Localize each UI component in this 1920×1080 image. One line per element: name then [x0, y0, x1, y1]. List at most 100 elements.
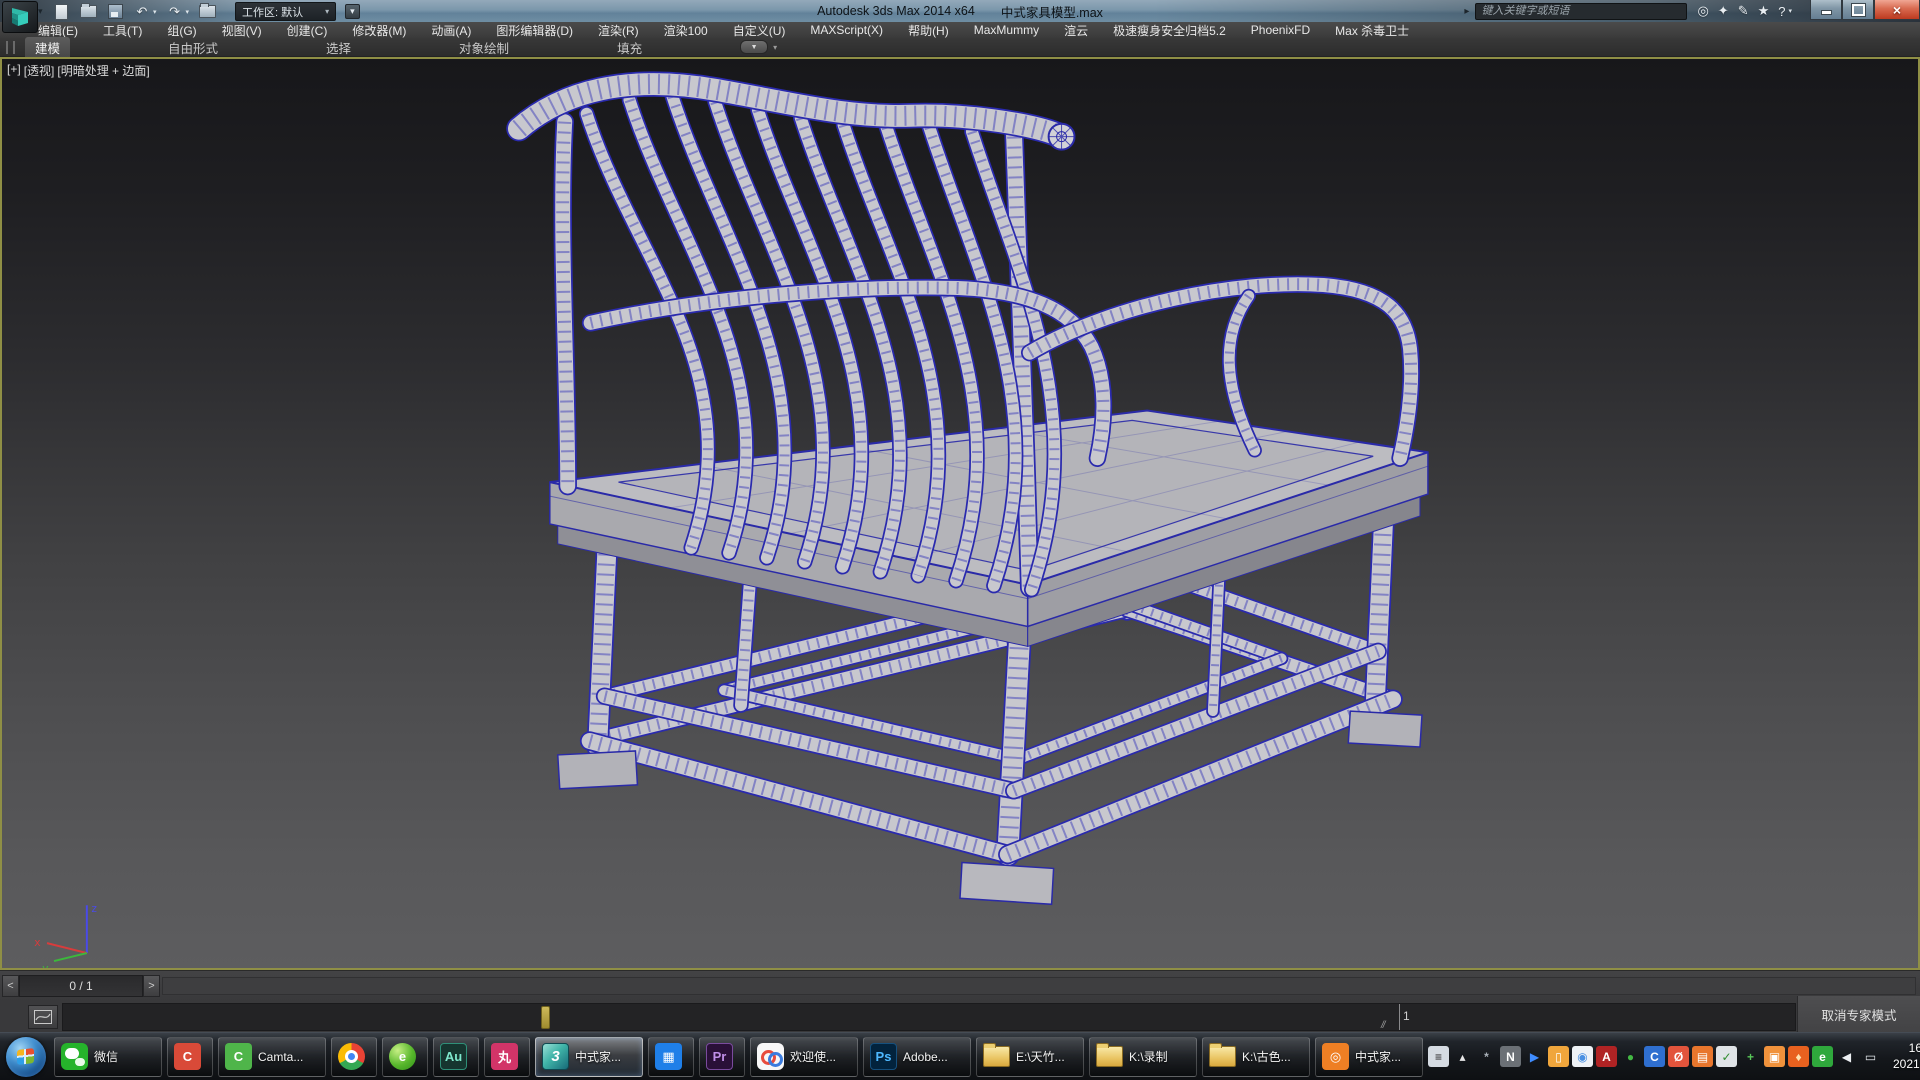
frame-display[interactable]: 0 / 1 [19, 975, 143, 997]
redo-dropdown-icon[interactable]: ▾ [186, 8, 190, 16]
taskbar-app-icon: Ps [870, 1043, 897, 1070]
communication-center-icon[interactable]: ✎ [1738, 3, 1749, 19]
ribbon-tab-freeform[interactable]: 自由形式 [158, 37, 228, 58]
taskbar-chrome[interactable] [331, 1037, 377, 1077]
network-plus-tray-icon[interactable]: + [1740, 1046, 1761, 1067]
viewport-pov-menu[interactable]: [透视] [24, 62, 55, 79]
ribbon-tab-modeling[interactable]: 建模 [25, 37, 70, 58]
usb-drive-tray-icon[interactable]: ▯ [1548, 1046, 1569, 1067]
search-binoculars-icon[interactable]: ◎ [1697, 3, 1708, 19]
ribbon-minimize-button[interactable]: ▼ [740, 40, 768, 54]
taskbar-button-label: K:\录制 [1129, 1048, 1168, 1065]
menu-maxmummy[interactable]: MaxMummy [974, 23, 1039, 37]
taskbar-folder-k-guse[interactable]: K:\古色... [1202, 1037, 1310, 1077]
ribbon-tab-populate[interactable]: 填充 [607, 37, 652, 58]
menu-slim-archive[interactable]: 极速瘦身安全归档5.2 [1113, 22, 1226, 39]
taskbar-welcome[interactable]: 欢迎使... [750, 1037, 858, 1077]
camera-tray-icon[interactable]: ▣ [1764, 1046, 1785, 1067]
favorites-star-icon[interactable]: ★ [1758, 3, 1770, 19]
remove-hardware-tray-icon[interactable]: ✓ [1716, 1046, 1737, 1067]
ribbon-tab-bar: 建模 自由形式 选择 对象绘制 填充 ▼ ▾ [0, 38, 1920, 57]
mini-curve-editor-button[interactable] [28, 1005, 58, 1029]
network-tray-icon[interactable]: ▭ [1860, 1046, 1881, 1067]
time-slider-handle[interactable] [541, 1006, 550, 1029]
new-scene-icon[interactable] [52, 4, 70, 20]
explorer-window-tray-icon[interactable]: ▤ [1692, 1046, 1713, 1067]
taskbar-app-icon [338, 1043, 365, 1070]
show-hidden-icons-arrow[interactable]: ▴ [1452, 1046, 1473, 1067]
menu-maxscript[interactable]: MAXScript(X) [810, 23, 883, 37]
undo-icon[interactable]: ↶ [133, 4, 151, 20]
taskbar-orange-app[interactable]: ◎ 中式家... [1315, 1037, 1423, 1077]
plugin-tray-icon[interactable]: * [1476, 1046, 1497, 1067]
menu-customize[interactable]: 自定义(U) [733, 22, 786, 39]
taskbar-folder-e-tianzhu[interactable]: E:\天竹... [976, 1037, 1084, 1077]
time-slider-track[interactable] [162, 977, 1916, 995]
quick-access-toolbar: ↶▾ ↷▾ 工作区: 默认 ▾ ▾ [52, 2, 360, 21]
taskbar-camtasia[interactable]: C Camta... [218, 1037, 326, 1077]
taskbar-app-icon [1209, 1046, 1236, 1067]
driver-tray-icon[interactable]: C [1644, 1046, 1665, 1067]
taskbar-premiere[interactable]: Pr [699, 1037, 745, 1077]
wireframe-chair-model[interactable]: z x y [2, 59, 1918, 968]
subscription-wrench-icon[interactable]: ✦ [1718, 3, 1729, 19]
viewport-shading-menu[interactable]: [明暗处理 + 边面] [57, 62, 149, 79]
app-logo-3dsmax-button[interactable] [2, 1, 38, 33]
taskbar-audition[interactable]: Au [433, 1037, 479, 1077]
open-file-icon[interactable] [79, 4, 97, 20]
project-folder-icon[interactable] [198, 4, 216, 20]
taskbar-3dsmax[interactable]: 3 中式家... [535, 1037, 643, 1077]
toolbar-overflow-button[interactable]: ▾ [345, 4, 360, 19]
taskbar-browser-green[interactable]: e [382, 1037, 428, 1077]
minimize-button[interactable] [1810, 0, 1842, 20]
taskbar-clock[interactable]: 16:55 2021-03-25 [1893, 1041, 1920, 1072]
taskbar-camtasia-recorder[interactable]: C [167, 1037, 213, 1077]
world-axis-tripod: z x y [34, 902, 97, 968]
track-bar-field[interactable]: 1 // [62, 1003, 1796, 1031]
taskbar-video-tiles[interactable]: ▦ [648, 1037, 694, 1077]
taskbar-app-icon [983, 1046, 1010, 1067]
taskbar: 微信 C C Camta... e [0, 1032, 1920, 1080]
input-method-icon[interactable]: ≡ [1428, 1046, 1449, 1067]
menu-help[interactable]: 帮助(H) [908, 22, 949, 39]
wangwang-muted-tray-icon[interactable]: Ø [1668, 1046, 1689, 1067]
perspective-viewport[interactable]: [+] [透视] [明暗处理 + 边面] [0, 57, 1920, 970]
taskbar-photoshop[interactable]: Ps Adobe... [863, 1037, 971, 1077]
cancel-expert-mode-button[interactable]: 取消专家模式 [1797, 996, 1920, 1032]
ribbon-tab-object-paint[interactable]: 对象绘制 [449, 37, 519, 58]
save-file-icon[interactable] [106, 4, 124, 20]
undo-dropdown-icon[interactable]: ▾ [153, 8, 157, 16]
taskbar-folder-k-record[interactable]: K:\录制 [1089, 1037, 1197, 1077]
redo-icon[interactable]: ↷ [166, 4, 184, 20]
volume-tray-icon[interactable]: ◀ [1836, 1046, 1857, 1067]
ribbon-tab-selection[interactable]: 选择 [316, 37, 361, 58]
wechat-tray-icon[interactable]: ● [1620, 1046, 1641, 1067]
360-safe-tray-icon[interactable]: ◉ [1572, 1046, 1593, 1067]
viewport-general-menu[interactable]: [+] [7, 62, 21, 79]
flame-tray-icon[interactable]: ♦ [1788, 1046, 1809, 1067]
help-dropdown-icon[interactable]: ▾ [1788, 7, 1792, 15]
ribbon-minimize-caret-icon[interactable]: ▾ [773, 43, 777, 52]
sync-tray-icon[interactable]: ▶ [1524, 1046, 1545, 1067]
restore-button[interactable] [1842, 0, 1874, 20]
close-button[interactable]: × [1874, 0, 1920, 20]
taskbar-wanzi[interactable]: 丸 [484, 1037, 530, 1077]
axis-y-label: y [42, 962, 49, 968]
menu-antivirus[interactable]: Max 杀毒卫士 [1335, 22, 1409, 39]
search-input[interactable] [1475, 3, 1687, 20]
ribbon-grip-handle[interactable] [6, 41, 15, 54]
clip-tray-icon[interactable]: N [1500, 1046, 1521, 1067]
start-button[interactable] [6, 1037, 46, 1077]
next-frame-button[interactable]: > [143, 975, 160, 997]
help-icon[interactable]: ? [1778, 4, 1785, 19]
acrobat-tray-icon[interactable]: A [1596, 1046, 1617, 1067]
taskbar-app-icon: 3 [542, 1043, 569, 1070]
taskbar-wechat[interactable]: 微信 [54, 1037, 162, 1077]
menu-rendercloud[interactable]: 渲云 [1064, 22, 1088, 39]
app-menu-caret-icon[interactable]: ▾ [38, 6, 43, 17]
menu-phoenixfd[interactable]: PhoenixFD [1251, 23, 1310, 37]
workspace-selector[interactable]: 工作区: 默认 ▾ [235, 2, 336, 21]
previous-frame-button[interactable]: < [2, 975, 19, 997]
ebrowser-tray-icon[interactable]: e [1812, 1046, 1833, 1067]
infocenter-collapse-icon[interactable]: ▸ [1464, 6, 1469, 17]
